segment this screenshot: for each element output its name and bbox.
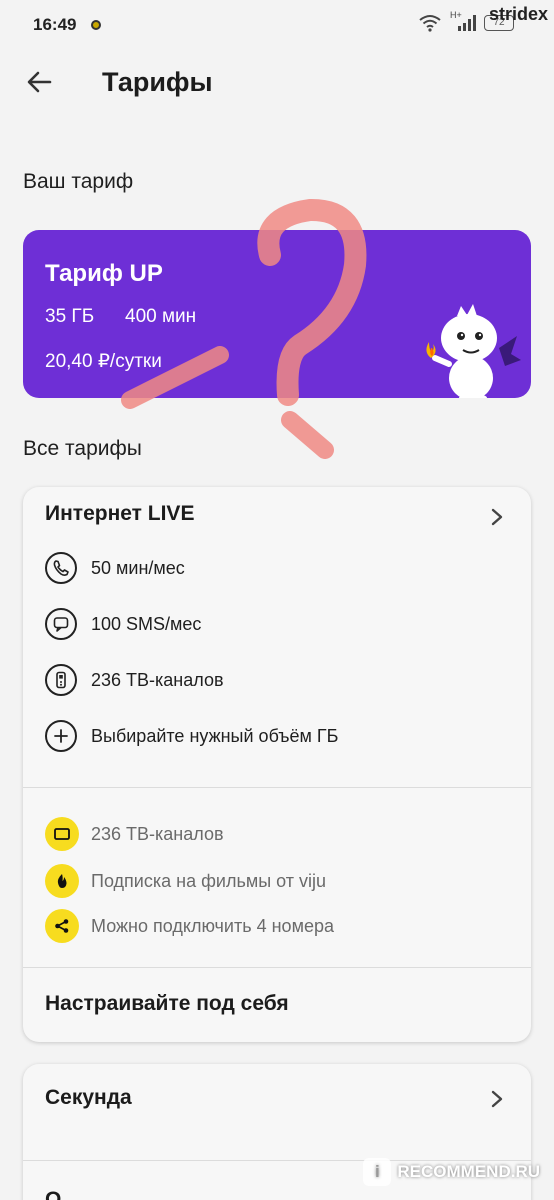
perk-text: Подписка на фильмы от viju [91, 870, 327, 891]
share-icon [45, 909, 79, 943]
tv-remote-icon [45, 664, 77, 696]
customize-link[interactable]: Настраивайте под себя [45, 992, 289, 1016]
flame-icon [45, 864, 79, 898]
dragon-mascot-icon [426, 304, 521, 398]
feature-row-tv: 236 ТВ-каналов [45, 663, 224, 697]
tv-icon [45, 817, 79, 851]
page-title: Тарифы [102, 67, 213, 97]
perk-text: 236 ТВ-каналов [91, 823, 224, 844]
perk-row-tv: 236 ТВ-каналов [45, 817, 224, 851]
recommend-watermark: i RECOMMEND.RU [363, 1158, 540, 1186]
recommend-watermark-text: RECOMMEND.RU [397, 1162, 540, 1181]
notification-icon [91, 20, 101, 30]
tariff-card-title: Секунда [45, 1086, 132, 1109]
next-tariff-title-partial: О [45, 1188, 62, 1200]
status-time: 16:49 [33, 15, 77, 34]
feature-row-sms: 100 SMS/мес [45, 607, 201, 641]
current-tariff-price: 20,40 ₽/сутки [45, 351, 162, 372]
divider [23, 967, 531, 968]
status-bar: 16:49 H+ 72 [0, 0, 554, 52]
feature-row-minutes: 50 мин/мес [45, 551, 185, 585]
divider [23, 787, 531, 788]
perk-row-viju: Подписка на фильмы от viju [45, 864, 326, 898]
watermark-username: stridex [488, 4, 548, 24]
perk-text: Можно подключить 4 номера [91, 915, 334, 936]
chevron-right-icon[interactable] [489, 1089, 505, 1109]
all-tariffs-label: Все тарифы [23, 437, 142, 460]
current-tariff-name: Тариф UP [45, 260, 163, 287]
current-tariff-data: 35 ГБ [45, 306, 95, 327]
your-tariff-label: Ваш тариф [23, 170, 134, 193]
app-bar: Тарифы [0, 52, 554, 112]
back-button[interactable] [22, 64, 58, 100]
feature-text: 100 SMS/мес [91, 613, 202, 634]
current-tariff-minutes: 400 мин [125, 306, 197, 327]
chevron-right-icon[interactable] [489, 507, 505, 527]
arrow-left-icon [27, 71, 52, 93]
feature-row-gb: Выбирайте нужный объём ГБ [45, 719, 338, 753]
phone-icon [45, 552, 77, 584]
feature-text: 50 мин/мес [91, 557, 185, 578]
signal-icon: H+ [450, 10, 476, 32]
perk-row-numbers: Можно подключить 4 номера [45, 909, 334, 943]
feature-text: 236 ТВ-каналов [91, 669, 224, 690]
recommend-logo-icon: i [363, 1158, 392, 1186]
tariff-card-internet-live[interactable]: Интернет LIVE 50 мин/мес 100 SMS/мес 236… [23, 487, 531, 1042]
feature-text: Выбирайте нужный объём ГБ [91, 725, 339, 746]
sms-icon [45, 608, 77, 640]
current-tariff-card[interactable]: Тариф UP 35 ГБ 400 мин 20,40 ₽/сутки [23, 230, 531, 398]
tariff-card-title: Интернет LIVE [45, 502, 195, 525]
plus-icon [45, 720, 77, 752]
wifi-icon [419, 15, 441, 32]
